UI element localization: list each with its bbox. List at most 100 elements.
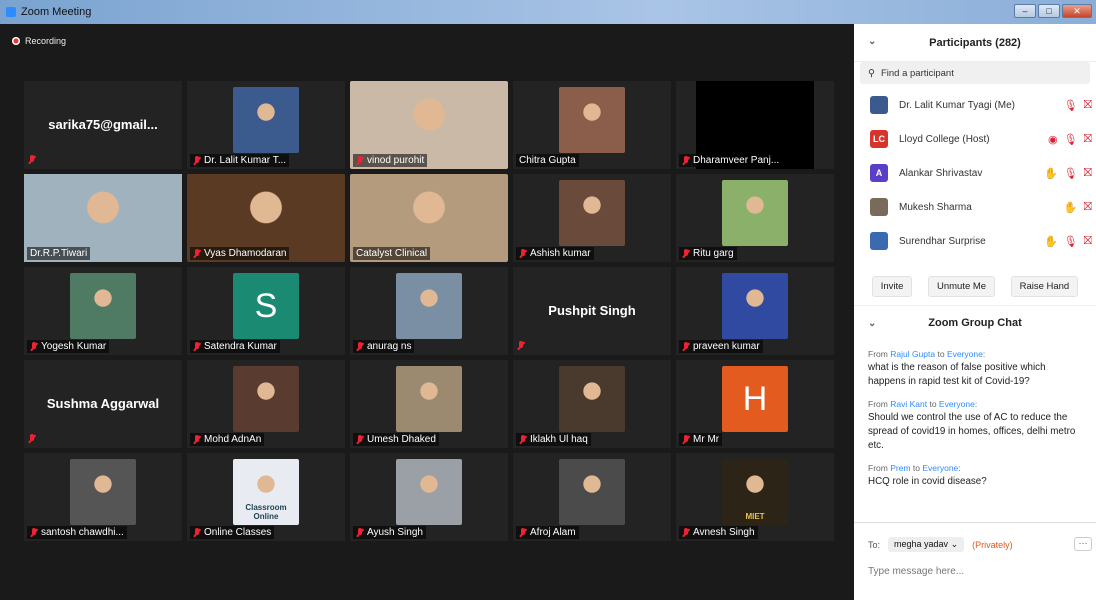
tile-name-label: Ayush Singh [353, 526, 426, 539]
muted-mic-icon [193, 434, 201, 445]
participant-row[interactable]: LC Lloyd College (Host) ◉ 🎙 ⛝ [854, 122, 1096, 156]
participant-status-icons: ◉ 🎙 ⛝ [1048, 133, 1092, 146]
participant-row[interactable]: Mukesh Sharma ✋ ⛝ [854, 190, 1096, 224]
video-tile[interactable]: H Mr Mr [676, 360, 834, 448]
video-tile[interactable]: Chitra Gupta [513, 81, 671, 169]
video-tile[interactable]: Sushma Aggarwal [24, 360, 182, 448]
participant-name: Alankar Shrivastav [899, 167, 983, 179]
video-tile[interactable]: Classroom Online Online Classes [187, 453, 345, 541]
video-off-icon: ⛝ [1083, 167, 1092, 179]
video-tile[interactable]: anurag ns [350, 267, 508, 355]
avatar-letter: S [233, 273, 299, 339]
participant-name: santosh chawdhi... [41, 527, 124, 538]
video-tile[interactable]: santosh chawdhi... [24, 453, 182, 541]
chat-header: ⌄ Zoom Group Chat [854, 305, 1096, 339]
video-tile[interactable]: Iklakh Ul haq [513, 360, 671, 448]
avatar-letter: H [722, 366, 788, 432]
muted-mic-icon [356, 434, 364, 445]
participant-row[interactable]: Surendhar Surprise ✋ 🎙 ⛝ [854, 224, 1096, 258]
video-off-icon: ⛝ [1083, 201, 1092, 213]
participant-status-icons: ✋ 🎙 ⛝ [1044, 167, 1092, 180]
video-tile[interactable]: Vyas Dhamodaran [187, 174, 345, 262]
collapse-chevron-icon[interactable]: ⌄ [868, 36, 876, 47]
video-tile[interactable]: Pushpit Singh [513, 267, 671, 355]
video-tile[interactable]: Afroj Alam [513, 453, 671, 541]
participant-name: Ashish kumar [530, 248, 591, 259]
video-tile[interactable]: Dharamveer Panj... [676, 81, 834, 169]
participant-name: Umesh Dhaked [367, 434, 436, 445]
muted-mic-icon [519, 248, 527, 259]
video-off-icon: ⛝ [1083, 235, 1092, 247]
participant-status-icons: 🎙 ⛝ [1064, 99, 1092, 112]
video-tile[interactable]: vinod purohit [350, 81, 508, 169]
muted-mic-icon [682, 248, 690, 259]
chat-collapse-chevron-icon[interactable]: ⌄ [868, 318, 876, 329]
participant-name: Dr. Lalit Kumar Tyagi (Me) [899, 99, 1015, 111]
video-tile[interactable]: Catalyst Clinical [350, 174, 508, 262]
video-tile[interactable]: Mohd AdnAn [187, 360, 345, 448]
participant-name: Mukesh Sharma [899, 201, 972, 213]
muted-mic-icon [193, 155, 201, 166]
participant-row[interactable]: A Alankar Shrivastav ✋ 🎙 ⛝ [854, 156, 1096, 190]
chat-message-input[interactable]: Type message here... [868, 566, 1082, 577]
message-recipient: Everyone [922, 463, 959, 473]
video-feed [396, 273, 462, 339]
recording-status-icon: ◉ [1048, 134, 1058, 146]
recording-label: Recording [25, 36, 67, 46]
tile-name-label: Mr Mr [679, 433, 723, 446]
message-sender[interactable]: Ravi Kant [890, 399, 927, 409]
video-tile[interactable]: Dr. Lalit Kumar T... [187, 81, 345, 169]
participant-name: Iklakh Ul haq [530, 434, 588, 445]
muted-mic-icon [519, 434, 527, 445]
more-options-button[interactable]: ··· [1074, 537, 1092, 551]
video-feed: Classroom Online [233, 459, 299, 525]
raise-hand-button[interactable]: Raise Hand [1010, 276, 1079, 297]
video-feed [559, 180, 625, 246]
video-tile[interactable]: sarika75@gmail... [24, 81, 182, 169]
chevron-down-icon: ⌄ [950, 539, 959, 549]
video-tile[interactable]: MIET Avnesh Singh [676, 453, 834, 541]
video-tile[interactable]: S Satendra Kumar [187, 267, 345, 355]
chat-message: From Ravi Kant to Everyone: Should we con… [868, 397, 1082, 453]
video-tile[interactable]: Umesh Dhaked [350, 360, 508, 448]
message-sender-line: From Rajul Gupta to Everyone: [868, 349, 986, 359]
chat-message: From Rajul Gupta to Everyone: what is the… [868, 347, 1082, 389]
message-sender[interactable]: Rajul Gupta [890, 349, 935, 359]
video-tile[interactable]: praveen kumar [676, 267, 834, 355]
participant-name: Satendra Kumar [204, 341, 277, 352]
chat-messages: From Rajul Gupta to Everyone: what is the… [854, 347, 1096, 489]
tile-name-label: Avnesh Singh [679, 526, 758, 539]
participant-name: Chitra Gupta [519, 155, 576, 166]
video-tile[interactable]: Yogesh Kumar [24, 267, 182, 355]
to-label: To: [868, 539, 881, 550]
participant-search-input[interactable]: ⚲ Find a participant [860, 62, 1090, 84]
muted-mic-icon [28, 434, 36, 444]
video-tile[interactable]: Ritu garg [676, 174, 834, 262]
recipient-dropdown[interactable]: megha yadav ⌄ [888, 537, 965, 552]
maximize-button[interactable]: □ [1038, 4, 1060, 18]
video-tile[interactable]: Ayush Singh [350, 453, 508, 541]
video-tile[interactable]: Dr.R.P.Tiwari [24, 174, 182, 262]
message-sender[interactable]: Prem [890, 463, 910, 473]
search-icon: ⚲ [868, 67, 875, 79]
video-tile[interactable]: Ashish kumar [513, 174, 671, 262]
invite-button[interactable]: Invite [871, 276, 913, 297]
participant-name: Vyas Dhamodaran [204, 248, 287, 259]
participant-list: Dr. Lalit Kumar Tyagi (Me) 🎙 ⛝ LC Lloyd Coll… [854, 88, 1096, 258]
participant-row[interactable]: Dr. Lalit Kumar Tyagi (Me) 🎙 ⛝ [854, 88, 1096, 122]
message-text: Should we control the use of AC to reduc… [868, 412, 1076, 451]
muted-mic-icon [682, 155, 690, 166]
video-feed [396, 366, 462, 432]
avatar [870, 232, 888, 250]
muted-mic-icon [682, 434, 690, 445]
participant-name: Mr Mr [693, 434, 720, 445]
close-button[interactable]: ✕ [1062, 4, 1092, 18]
tile-caption: Classroom Online [245, 503, 287, 521]
message-recipient: Everyone [938, 399, 975, 409]
recipient-row: To: megha yadav ⌄ (Privately) [868, 537, 1082, 552]
participant-name: Afroj Alam [530, 527, 576, 538]
unmute-me-button[interactable]: Unmute Me [927, 276, 996, 297]
minimize-button[interactable]: ‒ [1014, 4, 1036, 18]
raised-hand-icon: ✋ [1043, 236, 1058, 248]
video-feed [559, 366, 625, 432]
